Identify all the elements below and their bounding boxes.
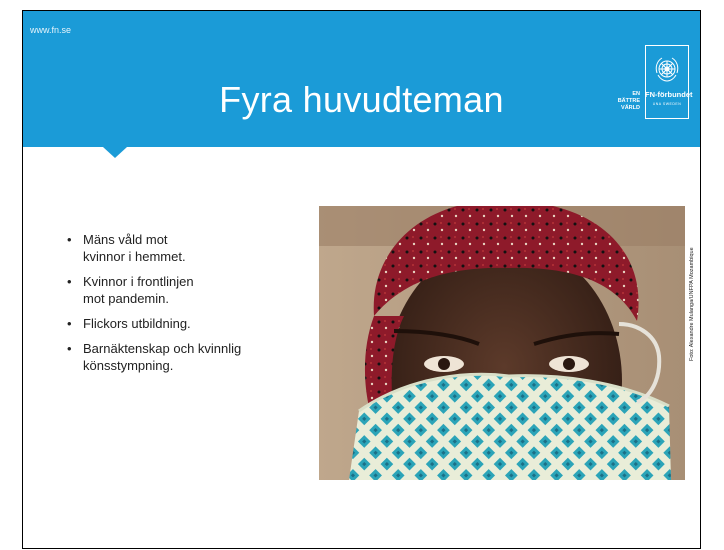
list-item: Flickors utbildning. xyxy=(61,315,301,332)
logo-subtitle: UNA SWEDEN xyxy=(652,102,682,106)
photo-woman-with-mask xyxy=(319,206,685,480)
logo-tagline-line: BÄTTRE xyxy=(617,98,640,104)
bullet-line: könsstympning. xyxy=(83,358,174,373)
un-emblem-icon xyxy=(655,57,679,82)
fn-logo: FN-förbundet UNA SWEDEN xyxy=(645,45,693,119)
bullet-line: Mäns våld mot xyxy=(83,232,168,247)
slide: www.fn.se Fyra huvudteman EN BÄTTRE VÄRL… xyxy=(22,10,701,549)
site-url: www.fn.se xyxy=(30,25,72,35)
logo-tagline: EN BÄTTRE VÄRLD xyxy=(603,91,640,112)
logo-tagline-line: VÄRLD xyxy=(621,105,640,111)
photo-credit: Foto: Alexandre Mulanga/UNFPA Mozambique xyxy=(687,211,701,361)
list-item: Mäns våld mot kvinnor i hemmet. xyxy=(61,231,301,265)
photo-credit-text: Foto: Alexandre Mulanga/UNFPA Mozambique xyxy=(689,247,695,361)
bullet-line: Kvinnor i frontlinjen xyxy=(83,274,194,289)
slide-title: Fyra huvudteman xyxy=(219,79,504,120)
bullet-line: Flickors utbildning. xyxy=(83,316,191,331)
logo-name: FN-förbundet xyxy=(645,90,693,99)
bullet-line: Barnäktenskap och kvinnlig xyxy=(83,341,242,356)
list-item: Barnäktenskap och kvinnlig könsstympning… xyxy=(61,340,301,374)
logo-tagline-line: EN xyxy=(632,91,640,97)
slide-header: www.fn.se Fyra huvudteman EN BÄTTRE VÄRL… xyxy=(23,11,700,147)
bullet-line: kvinnor i hemmet. xyxy=(83,249,186,264)
header-pointer xyxy=(103,147,127,158)
bullet-list: Mäns våld mot kvinnor i hemmet. Kvinnor … xyxy=(61,231,301,382)
list-item: Kvinnor i frontlinjen mot pandemin. xyxy=(61,273,301,307)
photo-illustration xyxy=(319,206,685,480)
bullet-line: mot pandemin. xyxy=(83,291,169,306)
